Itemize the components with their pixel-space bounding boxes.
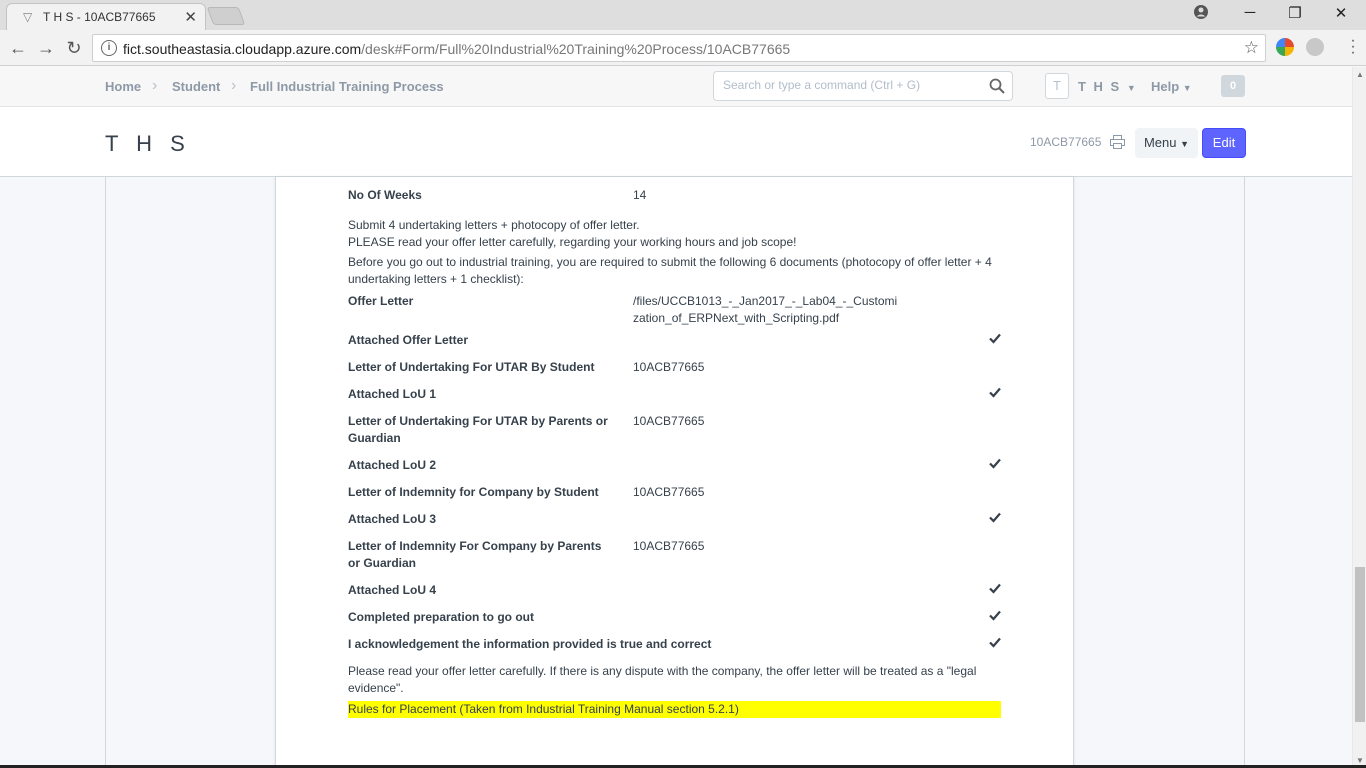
reload-icon[interactable]: ↻ bbox=[62, 36, 86, 60]
check-icon bbox=[989, 458, 1001, 469]
tab-title: T H S - 10ACB77665 bbox=[43, 10, 156, 24]
check-icon bbox=[989, 333, 1001, 344]
check-icon bbox=[989, 387, 1001, 398]
back-icon[interactable]: ← bbox=[6, 36, 30, 60]
breadcrumb-student[interactable]: Student bbox=[172, 79, 220, 94]
caret-down-icon: ▼ bbox=[1180, 139, 1190, 149]
print-icon[interactable] bbox=[1110, 135, 1125, 149]
browser-menu-icon[interactable]: · · · bbox=[1350, 33, 1356, 61]
chevron-right-icon: › bbox=[231, 77, 237, 94]
url-text[interactable]: fict.southeastasia.cloudapp.azure.com/de… bbox=[123, 41, 790, 57]
browser-toolbar: ← → ↻ i fict.southeastasia.cloudapp.azur… bbox=[0, 30, 1366, 66]
notification-badge[interactable]: 0 bbox=[1221, 75, 1245, 97]
check-icon bbox=[989, 610, 1001, 621]
document-id: 10ACB77665 bbox=[1030, 135, 1102, 149]
caret-down-icon: ▼ bbox=[1182, 83, 1192, 93]
chevron-right-icon: › bbox=[152, 77, 158, 94]
rules-highlight: Rules for Placement (Taken from Industri… bbox=[348, 701, 1001, 718]
page-head: T H S 10ACB77665 Menu ▼ Edit bbox=[0, 107, 1352, 177]
field-offer-letter: Offer Letter /files/UCCB1013_-_Jan2017_-… bbox=[348, 293, 1001, 327]
breadcrumb-home[interactable]: Home bbox=[105, 79, 141, 94]
scroll-down-icon[interactable]: ▼ bbox=[1356, 756, 1364, 765]
extension-gear-icon[interactable] bbox=[1306, 38, 1324, 56]
breadcrumb-doctype[interactable]: Full Industrial Training Process bbox=[250, 79, 444, 94]
edit-button[interactable]: Edit bbox=[1202, 128, 1246, 158]
page-scrollbar[interactable]: ▲ ▼ bbox=[1352, 67, 1366, 768]
minimize-icon[interactable]: ─ bbox=[1235, 4, 1265, 21]
browser-tab[interactable]: ▽ T H S - 10ACB77665 ✕ bbox=[6, 3, 206, 30]
menu-button[interactable]: Menu ▼ bbox=[1135, 128, 1198, 158]
note-submit: Submit 4 undertaking letters + photocopy… bbox=[348, 218, 640, 232]
check-icon bbox=[989, 512, 1001, 523]
page-title: T H S bbox=[105, 131, 191, 156]
offer-letter-link[interactable]: /files/UCCB1013_-_Jan2017_-_Lab04_-_Cust… bbox=[633, 293, 903, 327]
browser-tab-bar: ▽ T H S - 10ACB77665 ✕ ─ ❐ ✕ bbox=[0, 0, 1366, 30]
tab-close-icon[interactable]: ✕ bbox=[184, 8, 197, 26]
note-documents: Before you go out to industrial training… bbox=[348, 255, 992, 286]
scroll-up-icon[interactable]: ▲ bbox=[1356, 70, 1364, 79]
address-bar[interactable]: i fict.southeastasia.cloudapp.azure.com/… bbox=[92, 34, 1266, 62]
search-input[interactable] bbox=[723, 78, 983, 92]
info-icon[interactable]: i bbox=[101, 40, 117, 56]
close-icon[interactable]: ✕ bbox=[1326, 4, 1356, 22]
awesomebar-search bbox=[713, 71, 1013, 101]
new-tab-button[interactable] bbox=[206, 7, 246, 25]
app-navbar: Home › Student › Full Industrial Trainin… bbox=[0, 67, 1352, 107]
check-icon bbox=[989, 637, 1001, 648]
extension-icon[interactable] bbox=[1276, 38, 1294, 56]
favicon-icon: ▽ bbox=[23, 10, 33, 24]
note-dispute: Please read your offer letter carefully.… bbox=[348, 664, 977, 695]
caret-down-icon: ▼ bbox=[1126, 83, 1136, 93]
scrollbar-thumb[interactable] bbox=[1355, 567, 1365, 722]
check-icon bbox=[989, 583, 1001, 594]
restore-icon[interactable]: ❐ bbox=[1280, 4, 1310, 22]
user-dropdown[interactable]: T H S ▼ bbox=[1078, 79, 1136, 94]
help-dropdown[interactable]: Help ▼ bbox=[1151, 79, 1192, 94]
search-icon[interactable] bbox=[988, 77, 1006, 95]
note-read-offer: PLEASE read your offer letter carefully,… bbox=[348, 235, 797, 249]
forward-icon[interactable]: → bbox=[34, 36, 58, 60]
account-icon[interactable] bbox=[1186, 4, 1216, 24]
star-icon[interactable]: ☆ bbox=[1244, 38, 1259, 58]
avatar[interactable]: T bbox=[1045, 73, 1069, 99]
